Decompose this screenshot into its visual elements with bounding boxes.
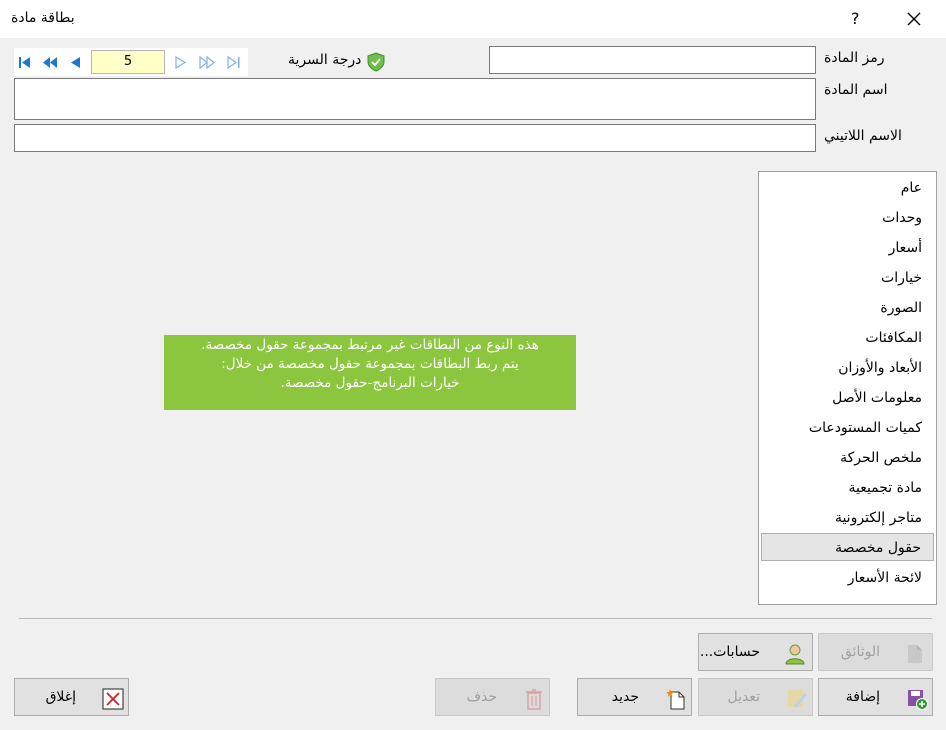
sidebar-item-origin-info[interactable]: معلومات الأصل [761,384,934,412]
new-button-label: جديد [611,689,639,705]
first-record-icon[interactable] [18,56,32,69]
sidebar-item-custom-fields[interactable]: حقول مخصصة [761,533,934,561]
divider [19,618,932,619]
next-record-icon[interactable] [175,56,187,69]
help-button[interactable]: ? [851,9,860,28]
user-icon [785,644,805,665]
rewind-icon[interactable] [42,56,58,69]
sidebar-item-price-list[interactable]: لائحة الأسعار [761,564,934,592]
documents-button[interactable]: الوثائق [818,633,933,671]
sidebar-item-assembly-material[interactable]: مادة تجميعية [761,474,934,502]
shield-check-icon[interactable] [366,52,386,72]
sidebar-item-warehouse-quantities[interactable]: كميات المستودعات [761,414,934,442]
last-record-icon[interactable] [227,56,241,69]
title-bar: بطاقة مادة ? [0,0,946,38]
notice-line: يتم ربط البطاقات بمجموعة حقول مخصصة من خ… [221,356,519,372]
trash-icon [526,689,542,710]
delete-button[interactable]: حذف [435,678,550,716]
save-add-icon [908,690,928,710]
add-button[interactable]: إضافة [818,678,933,716]
security-level-label: درجة السرية [288,52,362,68]
edit-button-label: تعديل [727,689,761,705]
sidebar-item-online-stores[interactable]: متاجر إلكترونية [761,504,934,532]
delete-button-label: حذف [466,689,497,705]
close-button[interactable]: إغلاق [14,678,129,716]
document-icon [908,645,922,663]
material-code-label: رمز المادة [824,50,885,66]
sidebar-item-general[interactable]: عام [761,174,934,202]
record-counter[interactable]: 5 [91,50,165,74]
record-navigator: 5 [14,48,248,76]
notice-line: هذه النوع من البطاقات غير مرتبط بمجموعة … [201,337,539,353]
accounts-button-label: حسابات... [699,644,760,660]
window-title: بطاقة مادة [11,10,75,26]
documents-button-label: الوثائق [840,644,880,660]
close-button-label: إغلاق [45,689,76,705]
custom-fields-notice: هذه النوع من البطاقات غير مرتبط بمجموعة … [164,335,576,410]
latin-name-label: الاسم اللاتيني [824,128,902,144]
material-code-input[interactable] [489,46,816,74]
material-name-input[interactable] [14,78,816,120]
sidebar-item-prices[interactable]: أسعار [761,234,934,262]
sidebar-item-dimensions-weights[interactable]: الأبعاد والأوزان [761,354,934,382]
sidebar-item-image[interactable]: الصورة [761,294,934,322]
accounts-button[interactable]: حسابات... [698,633,813,671]
sidebar-item-options[interactable]: خيارات [761,264,934,292]
new-button[interactable]: جديد [577,678,692,716]
fast-forward-icon[interactable] [199,56,215,69]
edit-icon [788,690,807,708]
close-window-icon [102,688,124,710]
previous-record-icon[interactable] [69,56,81,69]
sections-list: عام وحدات أسعار خيارات الصورة المكافئات … [758,171,937,605]
close-icon[interactable] [903,8,925,30]
edit-button[interactable]: تعديل [698,678,813,716]
latin-name-input[interactable] [14,124,816,152]
sidebar-item-units[interactable]: وحدات [761,204,934,232]
new-document-icon [666,689,685,710]
sidebar-item-equivalents[interactable]: المكافئات [761,324,934,352]
material-name-label: اسم المادة [824,82,888,98]
add-button-label: إضافة [845,689,880,705]
notice-line: خيارات البرنامج-حقول مخصصة. [280,375,460,391]
sidebar-item-movement-summary[interactable]: ملخص الحركة [761,444,934,472]
